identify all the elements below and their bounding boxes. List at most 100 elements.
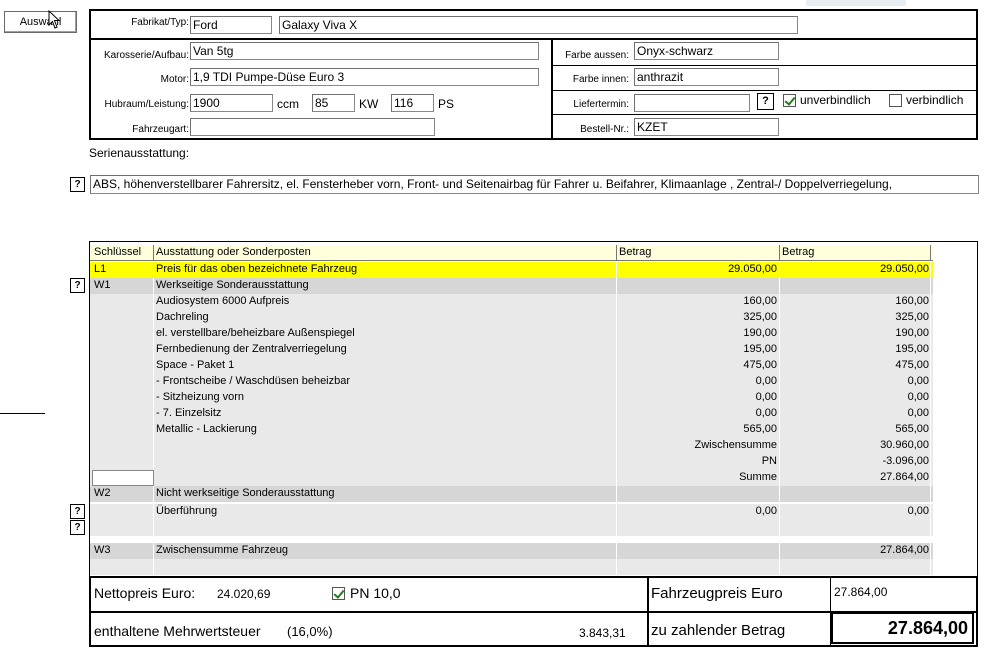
body-field[interactable]: Van 5tg: [190, 42, 539, 60]
row-amount: 475,00: [617, 358, 780, 374]
row-key: [92, 358, 154, 374]
row-key: [92, 294, 154, 310]
table-row[interactable]: Zwischensumme 30.960,00: [90, 438, 933, 454]
divider: [91, 38, 976, 40]
delivery-field[interactable]: [634, 94, 750, 112]
table-row[interactable]: PN -3.096,00: [90, 454, 933, 470]
row-total: [780, 559, 931, 575]
series-equipment-field[interactable]: ABS, höhenverstellbarer Fahrersitz, el. …: [90, 175, 979, 194]
series-help-button[interactable]: ?: [70, 177, 85, 192]
table-row[interactable]: Metallic - Lackierung 565,00 565,00: [90, 422, 933, 438]
nonbinding-checkbox[interactable]: [783, 94, 796, 107]
ps-field[interactable]: 116: [391, 94, 434, 112]
row-key: [92, 454, 154, 470]
table-row[interactable]: - Sitzheizung vorn 0,00 0,00: [90, 390, 933, 406]
row-amount: 160,00: [617, 294, 780, 310]
net-price-value: 24.020,69: [217, 587, 271, 601]
color-outside-field[interactable]: Onyx-schwarz: [634, 42, 779, 60]
row-description: Space - Paket 1: [154, 358, 617, 374]
row-amount: 195,00: [617, 342, 780, 358]
table-row[interactable]: Audiosystem 6000 Aufpreis 160,00 160,00: [90, 294, 933, 310]
divider: [551, 114, 976, 115]
make-field[interactable]: Ford: [190, 16, 272, 34]
column-header-description[interactable]: Ausstattung oder Sonderposten: [154, 245, 617, 261]
row-key: [92, 504, 154, 520]
row-description: Nicht werkseitige Sonderausstattung: [154, 486, 617, 502]
mouse-pointer-icon: [48, 10, 61, 29]
color-inside-field[interactable]: anthrazit: [634, 68, 779, 86]
column-header-amount[interactable]: Betrag: [617, 245, 780, 261]
row-description: - Frontscheibe / Waschdüsen beheizbar: [154, 374, 617, 390]
displacement-field[interactable]: 1900: [190, 94, 273, 112]
table-row[interactable]: W3 Zwischensumme Fahrzeug 27.864,00: [90, 543, 933, 559]
row-description: - Sitzheizung vorn: [154, 390, 617, 406]
row-amount: [617, 486, 780, 502]
row-key: [92, 520, 154, 536]
row-key: [92, 342, 154, 358]
vat-rate: (16,0%): [287, 624, 333, 639]
row-description: Metallic - Lackierung: [154, 422, 617, 438]
background-graphic: [806, 0, 906, 6]
series-equipment-label: Serienausstattung:: [89, 146, 190, 160]
row-total: 0,00: [780, 374, 931, 390]
row-total: 190,00: [780, 326, 931, 342]
table-row[interactable]: [90, 559, 933, 575]
w2-help-button[interactable]: ?: [70, 504, 85, 519]
table-row[interactable]: W1 Werkseitige Sonderausstattung: [90, 278, 933, 294]
row-total: 0,00: [780, 504, 931, 520]
pn-label: PN 10,0: [350, 585, 401, 601]
vehicle-price-label: Fahrzeugpreis Euro: [651, 585, 783, 602]
row-amount: 0,00: [617, 374, 780, 390]
w1-help-button[interactable]: ?: [70, 278, 85, 293]
equipment-table: Schlüssel Ausstattung oder Sonderposten …: [89, 241, 978, 576]
separator-line: [0, 413, 45, 414]
row-amount: 0,00: [617, 504, 780, 520]
row-total: 27.864,00: [780, 470, 931, 486]
binding-checkbox[interactable]: [889, 94, 902, 107]
w2-add-help-button[interactable]: ?: [70, 520, 85, 535]
row-total: 160,00: [780, 294, 931, 310]
table-row[interactable]: - 7. Einzelsitz 0,00 0,00: [90, 406, 933, 422]
engine-label: Motor:: [160, 74, 189, 85]
column-header-key[interactable]: Schlüssel: [92, 245, 154, 261]
table-row[interactable]: el. verstellbare/beheizbare Außenspiegel…: [90, 326, 933, 342]
row-amount: 325,00: [617, 310, 780, 326]
row-description: Audiosystem 6000 Aufpreis: [154, 294, 617, 310]
row-total: 0,00: [780, 390, 931, 406]
kw-field[interactable]: 85: [312, 94, 355, 112]
table-row[interactable]: - Frontscheibe / Waschdüsen beheizbar 0,0…: [90, 374, 933, 390]
row-amount: [617, 559, 780, 575]
vehicle-price-value: 27.864,00: [834, 585, 888, 599]
row-description: - 7. Einzelsitz: [154, 406, 617, 422]
row-total: 325,00: [780, 310, 931, 326]
row-description: Fernbedienung der Zentralverriegelung: [154, 342, 617, 358]
row-description: el. verstellbare/beheizbare Außenspiegel: [154, 326, 617, 342]
delivery-help-button[interactable]: ?: [757, 93, 774, 110]
table-row[interactable]: Fernbedienung der Zentralverriegelung 195…: [90, 342, 933, 358]
table-row[interactable]: Dachreling 325,00 325,00: [90, 310, 933, 326]
order-no-field[interactable]: KZET: [634, 118, 779, 136]
engine-field[interactable]: 1,9 TDI Pumpe-Düse Euro 3: [190, 68, 539, 86]
row-description: [154, 454, 617, 470]
table-row[interactable]: Summe 27.864,00: [90, 470, 933, 486]
divider: [551, 65, 976, 66]
vat-value: 3.843,31: [579, 626, 626, 640]
row-total: 475,00: [780, 358, 931, 374]
table-row[interactable]: Überführung 0,00 0,00: [90, 504, 933, 520]
model-field[interactable]: Galaxy Viva X: [279, 16, 798, 34]
select-button[interactable]: Auswahl: [4, 11, 77, 33]
net-price-label: Nettopreis Euro:: [94, 585, 196, 601]
row-description: Preis für das oben bezeichnete Fahrzeug: [154, 262, 617, 278]
pn-checkbox[interactable]: [332, 587, 345, 600]
table-row[interactable]: L1 Preis für das oben bezeichnete Fahrzeu…: [90, 262, 933, 278]
vehicle-type-field[interactable]: [190, 118, 435, 136]
row-amount: [617, 543, 780, 559]
table-row[interactable]: W2 Nicht werkseitige Sonderausstattung: [90, 486, 933, 502]
table-row[interactable]: Space - Paket 1 475,00 475,00: [90, 358, 933, 374]
nonbinding-label: unverbindlich: [800, 93, 871, 107]
table-row[interactable]: [90, 520, 933, 536]
row-key: W1: [92, 278, 154, 294]
column-header-total[interactable]: Betrag: [780, 245, 931, 261]
row-key: [92, 310, 154, 326]
row-amount: 0,00: [617, 406, 780, 422]
